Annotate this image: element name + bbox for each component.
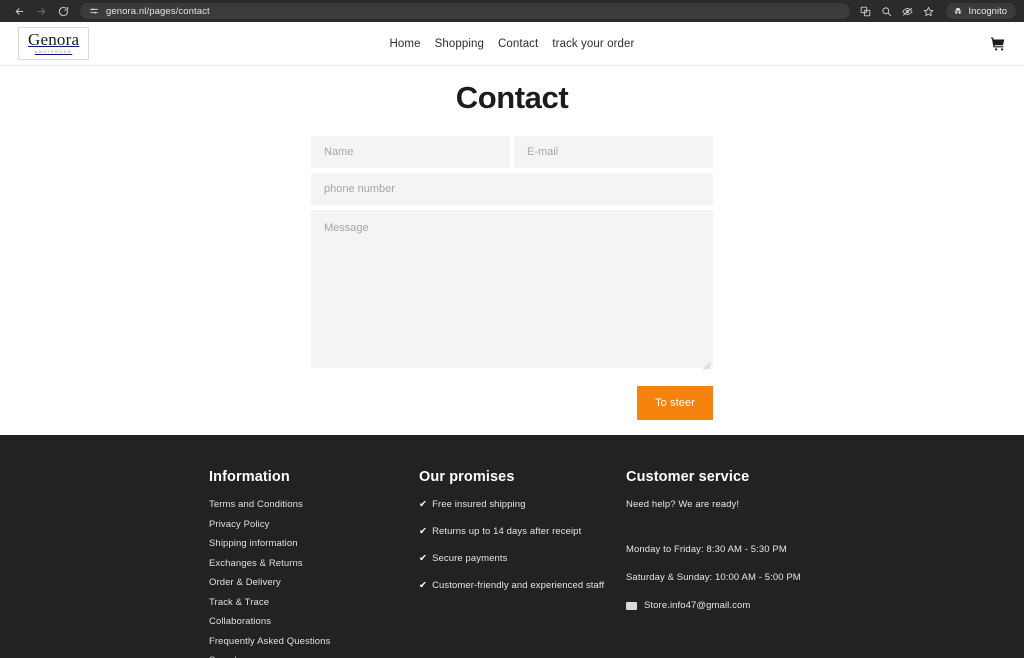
- footer-link-shipping-information[interactable]: Shipping information: [209, 538, 419, 549]
- incognito-label: Incognito: [968, 5, 1007, 17]
- bookmark-star-icon[interactable]: [919, 3, 938, 20]
- footer-column-information: Information Terms and Conditions Privacy…: [209, 469, 419, 658]
- incognito-hat-icon: [953, 6, 963, 16]
- footer-link-privacy-policy[interactable]: Privacy Policy: [209, 519, 419, 530]
- translate-icon[interactable]: [856, 3, 875, 20]
- nav-link-contact[interactable]: Contact: [498, 38, 538, 50]
- reload-button[interactable]: [52, 2, 74, 20]
- promise-label: Secure payments: [432, 553, 508, 564]
- main-navigation: Home Shopping Contact track your order: [390, 38, 635, 50]
- page-title: Contact: [455, 80, 569, 115]
- browser-toolbar: genora.nl/pages/contact Incognito: [0, 0, 1024, 22]
- site-header: Genora AMSTERDAM Home Shopping Contact t…: [0, 22, 1024, 66]
- incognito-indicator[interactable]: Incognito: [946, 3, 1016, 19]
- contact-form: To steer: [311, 136, 713, 420]
- back-arrow-icon: [14, 6, 25, 17]
- logo-name: Genora: [28, 30, 80, 50]
- promise-item: ✔ Secure payments: [419, 553, 626, 564]
- promise-item: ✔ Free insured shipping: [419, 499, 626, 510]
- service-email-address: Store.info47@gmail.com: [644, 600, 751, 611]
- service-hours-weekend: Saturday & Sunday: 10:00 AM - 5:00 PM: [626, 572, 801, 583]
- nav-link-home[interactable]: Home: [390, 38, 421, 50]
- shopping-cart-icon[interactable]: [990, 36, 1006, 52]
- footer-link-track-and-trace[interactable]: Track & Trace: [209, 597, 419, 608]
- service-hours-weekday: Monday to Friday: 8:30 AM - 5:30 PM: [626, 544, 787, 555]
- promise-label: Free insured shipping: [432, 499, 526, 510]
- nav-link-track-your-order[interactable]: track your order: [552, 38, 634, 50]
- footer-link-collaborations[interactable]: Collaborations: [209, 616, 419, 627]
- form-actions: To steer: [311, 386, 713, 420]
- address-bar-text: genora.nl/pages/contact: [106, 5, 210, 17]
- site-logo[interactable]: Genora AMSTERDAM: [18, 27, 90, 60]
- check-icon: ✔: [419, 499, 428, 510]
- footer-link-order-and-delivery[interactable]: Order & Delivery: [209, 577, 419, 588]
- name-input[interactable]: [311, 136, 510, 168]
- footer-heading-promises: Our promises: [419, 469, 515, 485]
- email-input[interactable]: [514, 136, 713, 168]
- page-content: Contact To steer: [0, 66, 1024, 435]
- submit-button[interactable]: To steer: [637, 386, 713, 420]
- check-icon: ✔: [419, 553, 428, 564]
- tune-sliders-icon: [88, 6, 99, 17]
- forward-arrow-icon: [36, 6, 47, 17]
- service-email-row[interactable]: Store.info47@gmail.com: [626, 600, 886, 611]
- envelope-icon: [626, 601, 637, 610]
- form-row-name-email: [311, 136, 713, 168]
- toolbar-actions: Incognito: [850, 3, 1016, 20]
- footer-heading-information: Information: [209, 469, 290, 485]
- logo-subtitle: AMSTERDAM: [34, 50, 73, 55]
- forward-button[interactable]: [30, 2, 52, 20]
- service-intro-text: Need help? We are ready!: [626, 499, 740, 510]
- promise-item: ✔ Customer-friendly and experienced staf…: [419, 580, 626, 591]
- promise-label: Customer-friendly and experienced staff: [432, 580, 605, 591]
- check-icon: ✔: [419, 526, 428, 537]
- eye-off-icon[interactable]: [898, 3, 917, 20]
- site-footer: Information Terms and Conditions Privacy…: [0, 435, 1024, 658]
- address-bar[interactable]: genora.nl/pages/contact: [80, 3, 850, 19]
- form-row-phone: [311, 173, 713, 205]
- form-row-message: [311, 210, 713, 370]
- phone-input[interactable]: [311, 173, 713, 205]
- message-textarea[interactable]: [311, 210, 713, 368]
- check-icon: ✔: [419, 580, 428, 591]
- reload-icon: [58, 6, 69, 17]
- promise-item: ✔ Returns up to 14 days after receipt: [419, 526, 626, 537]
- footer-heading-customer-service: Customer service: [626, 469, 750, 485]
- footer-link-exchanges-and-returns[interactable]: Exchanges & Returns: [209, 558, 419, 569]
- back-button[interactable]: [8, 2, 30, 20]
- footer-link-terms-and-conditions[interactable]: Terms and Conditions: [209, 499, 419, 510]
- promise-label: Returns up to 14 days after receipt: [432, 526, 582, 537]
- nav-link-shopping[interactable]: Shopping: [435, 38, 484, 50]
- footer-link-frequently-asked-questions[interactable]: Frequently Asked Questions: [209, 636, 419, 647]
- footer-column-promises: Our promises ✔ Free insured shipping ✔ R…: [419, 469, 626, 658]
- zoom-search-icon[interactable]: [877, 3, 896, 20]
- footer-column-customer-service: Customer service Need help? We are ready…: [626, 469, 886, 658]
